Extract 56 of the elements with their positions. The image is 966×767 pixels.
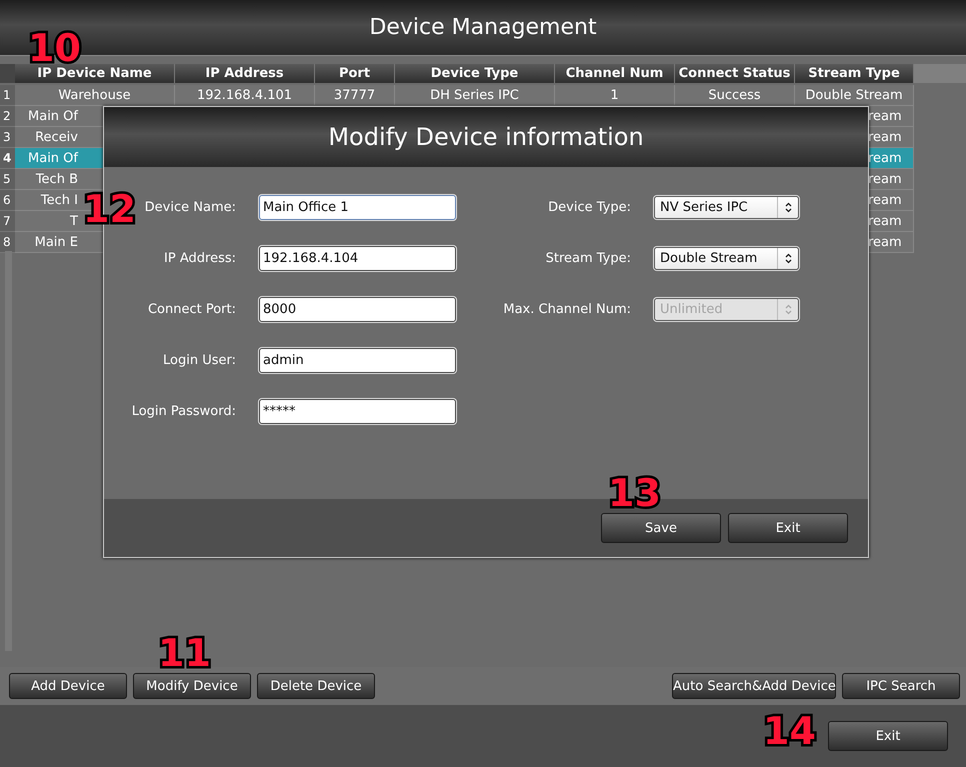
column-header[interactable]: IP Device Name	[15, 64, 175, 83]
input-field[interactable]: *****	[259, 399, 456, 424]
updown-icon	[784, 253, 792, 264]
table-cell: Warehouse	[15, 85, 175, 106]
field-label: Login Password:	[130, 404, 236, 419]
table-corner	[0, 64, 15, 83]
updown-icon	[784, 202, 792, 213]
row-number: 5	[0, 169, 15, 190]
header-filler	[914, 64, 966, 83]
dropdown[interactable]: Double Stream	[654, 247, 799, 270]
field-label: Max. Channel Num:	[502, 302, 632, 317]
callout-number: 13	[608, 474, 661, 512]
row-number: 1	[0, 85, 15, 106]
field-label: Login User:	[162, 353, 236, 368]
row-number: 3	[0, 127, 15, 148]
toolbar-button[interactable]: Add Device	[9, 673, 127, 699]
table-cell: 1	[555, 85, 675, 106]
toolbar-button[interactable]: Delete Device	[257, 673, 375, 699]
table-cell: Double Stream	[795, 85, 914, 106]
field-label: IP Address:	[163, 251, 236, 266]
callout-number: 11	[158, 634, 211, 672]
column-header[interactable]: Channel Num	[555, 64, 675, 83]
row-number: 8	[0, 232, 15, 253]
row-number: 2	[0, 106, 15, 127]
dialog-title: Modify Device information	[328, 123, 644, 151]
field-label: Connect Port:	[146, 302, 236, 317]
column-header[interactable]: Device Type	[395, 64, 555, 83]
field-label: Stream Type:	[544, 251, 632, 266]
input-field[interactable]: 192.168.4.104	[259, 246, 456, 271]
toolbar-button[interactable]: IPC Search	[842, 673, 960, 699]
column-header[interactable]: Stream Type	[795, 64, 914, 83]
input-field[interactable]: 8000	[259, 297, 456, 322]
window-title: Device Management	[369, 15, 597, 40]
column-header[interactable]: IP Address	[175, 64, 315, 83]
table-cell: 37777	[315, 85, 395, 106]
callout-number: 10	[28, 29, 81, 67]
dropdown[interactable]: NV Series IPC	[654, 196, 799, 219]
input-field[interactable]: Main Office 1	[259, 195, 456, 220]
input-field[interactable]: admin	[259, 348, 456, 373]
table-cell: DH Series IPC	[395, 85, 555, 106]
column-header[interactable]: Connect Status	[675, 64, 795, 83]
dialog-button[interactable]: Exit	[728, 513, 848, 543]
toolbar-button[interactable]: Auto Search&Add Device	[672, 673, 836, 699]
callout-number: 14	[763, 712, 816, 750]
row-number: 6	[0, 190, 15, 211]
table-cell: 192.168.4.101	[175, 85, 315, 106]
row-number: 4	[0, 148, 15, 169]
toolbar-button[interactable]: Modify Device	[133, 673, 251, 699]
column-header[interactable]: Port	[315, 64, 395, 83]
table-cell: Success	[675, 85, 795, 106]
updown-icon	[784, 304, 792, 315]
row-number: 7	[0, 211, 15, 232]
field-label: Device Type:	[547, 200, 632, 215]
scrollbar[interactable]	[5, 251, 12, 651]
exit-button[interactable]: Exit	[828, 721, 948, 751]
dialog-button[interactable]: Save	[601, 513, 721, 543]
